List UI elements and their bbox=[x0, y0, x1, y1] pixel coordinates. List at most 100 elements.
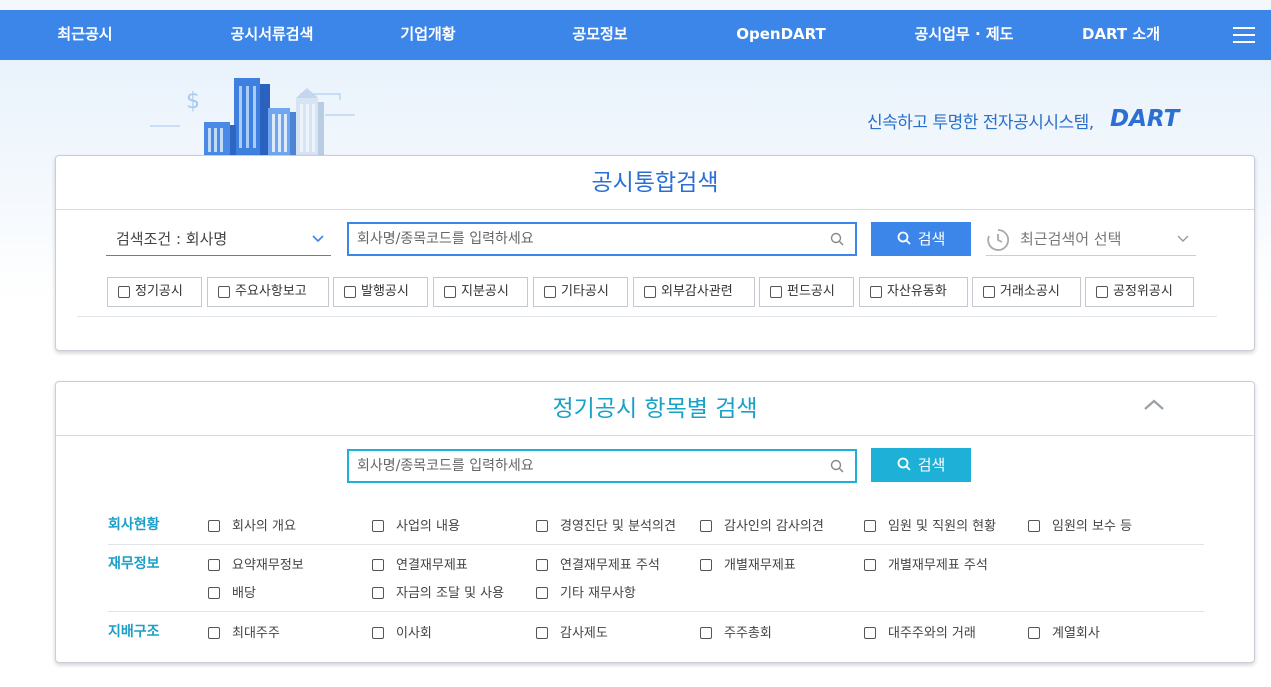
checkbox[interactable] bbox=[372, 520, 384, 532]
item-label: 사업의 내용 bbox=[396, 519, 460, 534]
item-checkbox[interactable]: 개별재무제표 주석 bbox=[864, 554, 988, 573]
checkbox[interactable] bbox=[700, 627, 712, 639]
checkbox[interactable] bbox=[1028, 520, 1040, 532]
filter-label: 거래소공시 bbox=[1000, 284, 1060, 299]
item-checkbox[interactable]: 이사회 bbox=[372, 622, 432, 641]
filter-chip[interactable]: 발행공시 bbox=[333, 277, 428, 307]
filter-label: 정기공시 bbox=[135, 284, 183, 299]
svg-text:$: $ bbox=[186, 89, 200, 114]
filter-label: 지분공시 bbox=[461, 284, 509, 299]
search-icon bbox=[897, 231, 911, 245]
item-checkbox[interactable]: 대주주와의 거래 bbox=[864, 622, 976, 641]
checkbox[interactable] bbox=[444, 286, 456, 298]
checkbox[interactable] bbox=[208, 587, 220, 599]
group-label-financial-info: 재무정보 bbox=[108, 556, 160, 572]
item-checkbox[interactable]: 감사제도 bbox=[536, 622, 608, 641]
checkbox[interactable] bbox=[208, 520, 220, 532]
checkbox[interactable] bbox=[218, 286, 230, 298]
filter-chip[interactable]: 펀드공시 bbox=[759, 277, 854, 307]
top-strip bbox=[0, 0, 1271, 10]
checkbox[interactable] bbox=[983, 286, 995, 298]
filter-chip[interactable]: 자산유동화 bbox=[859, 277, 968, 307]
item-checkbox[interactable]: 최대주주 bbox=[208, 622, 280, 641]
filter-chip[interactable]: 주요사항보고 bbox=[207, 277, 329, 307]
recent-search-label: 최근검색어 선택 bbox=[1020, 230, 1122, 248]
item-label: 개별재무제표 주석 bbox=[888, 558, 988, 573]
item-label: 개별재무제표 bbox=[724, 558, 796, 573]
item-checkbox[interactable]: 개별재무제표 bbox=[700, 554, 796, 573]
filter-chip[interactable]: 지분공시 bbox=[433, 277, 528, 307]
nav-disclosure-system[interactable]: 공시업무 · 제도 bbox=[915, 10, 1014, 60]
filter-chip[interactable]: 외부감사관련 bbox=[633, 277, 755, 307]
menu-icon[interactable] bbox=[1233, 27, 1255, 43]
clock-icon bbox=[987, 229, 1010, 251]
nav-company-overview[interactable]: 기업개황 bbox=[400, 10, 455, 60]
checkbox[interactable] bbox=[1096, 286, 1108, 298]
nav-opendart[interactable]: OpenDART bbox=[736, 10, 826, 60]
checkbox[interactable] bbox=[372, 587, 384, 599]
checkbox[interactable] bbox=[700, 520, 712, 532]
checkbox[interactable] bbox=[864, 520, 876, 532]
item-label: 회사의 개요 bbox=[232, 519, 296, 534]
integrated-search-button-label: 검색 bbox=[917, 230, 946, 248]
item-label: 연결재무제표 bbox=[396, 558, 468, 573]
item-search-input[interactable] bbox=[349, 451, 809, 481]
filter-chip[interactable]: 정기공시 bbox=[107, 277, 202, 307]
item-search-box bbox=[347, 449, 857, 483]
checkbox[interactable] bbox=[864, 559, 876, 571]
checkbox[interactable] bbox=[208, 627, 220, 639]
checkbox[interactable] bbox=[344, 286, 356, 298]
search-icon[interactable] bbox=[830, 232, 845, 247]
company-search-input[interactable] bbox=[349, 224, 809, 254]
item-checkbox[interactable]: 감사인의 감사의견 bbox=[700, 515, 824, 534]
filter-label: 공정위공시 bbox=[1113, 284, 1173, 299]
checkbox[interactable] bbox=[372, 627, 384, 639]
item-checkbox[interactable]: 임원의 보수 등 bbox=[1028, 515, 1132, 534]
checkbox[interactable] bbox=[864, 627, 876, 639]
nav-document-search[interactable]: 공시서류검색 bbox=[231, 10, 314, 60]
item-checkbox[interactable]: 기타 재무사항 bbox=[536, 582, 636, 601]
chevron-up-icon[interactable] bbox=[1143, 398, 1165, 412]
integrated-search-button[interactable]: 검색 bbox=[871, 222, 971, 256]
checkbox[interactable] bbox=[870, 286, 882, 298]
checkbox[interactable] bbox=[1028, 627, 1040, 639]
checkbox[interactable] bbox=[536, 520, 548, 532]
item-checkbox[interactable]: 임원 및 직원의 현황 bbox=[864, 515, 996, 534]
item-checkbox[interactable]: 요약재무정보 bbox=[208, 554, 304, 573]
hero-tagline: 신속하고 투명한 전자공시시스템, bbox=[867, 113, 1094, 133]
nav-ipo-info[interactable]: 공모정보 bbox=[572, 10, 627, 60]
dart-logo[interactable]: DART bbox=[1110, 106, 1179, 132]
filter-chip[interactable]: 공정위공시 bbox=[1085, 277, 1194, 307]
nav-about-dart[interactable]: DART 소개 bbox=[1082, 10, 1160, 60]
filter-chip[interactable]: 기타공시 bbox=[533, 277, 628, 307]
item-label: 감사제도 bbox=[560, 626, 608, 641]
search-condition-select[interactable]: 검색조건 : 회사명 bbox=[106, 222, 331, 256]
item-label: 감사인의 감사의견 bbox=[724, 519, 824, 534]
checkbox[interactable] bbox=[372, 559, 384, 571]
item-checkbox[interactable]: 계열회사 bbox=[1028, 622, 1100, 641]
checkbox[interactable] bbox=[208, 559, 220, 571]
item-checkbox[interactable]: 연결재무제표 bbox=[372, 554, 468, 573]
item-checkbox[interactable]: 사업의 내용 bbox=[372, 515, 460, 534]
recent-search-select[interactable]: 최근검색어 선택 bbox=[986, 222, 1196, 256]
checkbox[interactable] bbox=[770, 286, 782, 298]
item-checkbox[interactable]: 주주총회 bbox=[700, 622, 772, 641]
checkbox[interactable] bbox=[700, 559, 712, 571]
item-checkbox[interactable]: 경영진단 및 분석의견 bbox=[536, 515, 676, 534]
checkbox[interactable] bbox=[118, 286, 130, 298]
checkbox[interactable] bbox=[536, 587, 548, 599]
checkbox[interactable] bbox=[536, 559, 548, 571]
checkbox[interactable] bbox=[544, 286, 556, 298]
checkbox[interactable] bbox=[644, 286, 656, 298]
item-checkbox[interactable]: 연결재무제표 주석 bbox=[536, 554, 660, 573]
search-icon[interactable] bbox=[830, 459, 845, 474]
checkbox[interactable] bbox=[536, 627, 548, 639]
filter-chip[interactable]: 거래소공시 bbox=[972, 277, 1081, 307]
filter-label: 주요사항보고 bbox=[235, 284, 307, 299]
item-label: 자금의 조달 및 사용 bbox=[396, 586, 505, 601]
nav-recent-disclosures[interactable]: 최근공시 bbox=[57, 10, 112, 60]
item-checkbox[interactable]: 자금의 조달 및 사용 bbox=[372, 582, 504, 601]
item-checkbox[interactable]: 배당 bbox=[208, 582, 256, 601]
item-checkbox[interactable]: 회사의 개요 bbox=[208, 515, 296, 534]
item-search-button[interactable]: 검색 bbox=[871, 448, 971, 482]
